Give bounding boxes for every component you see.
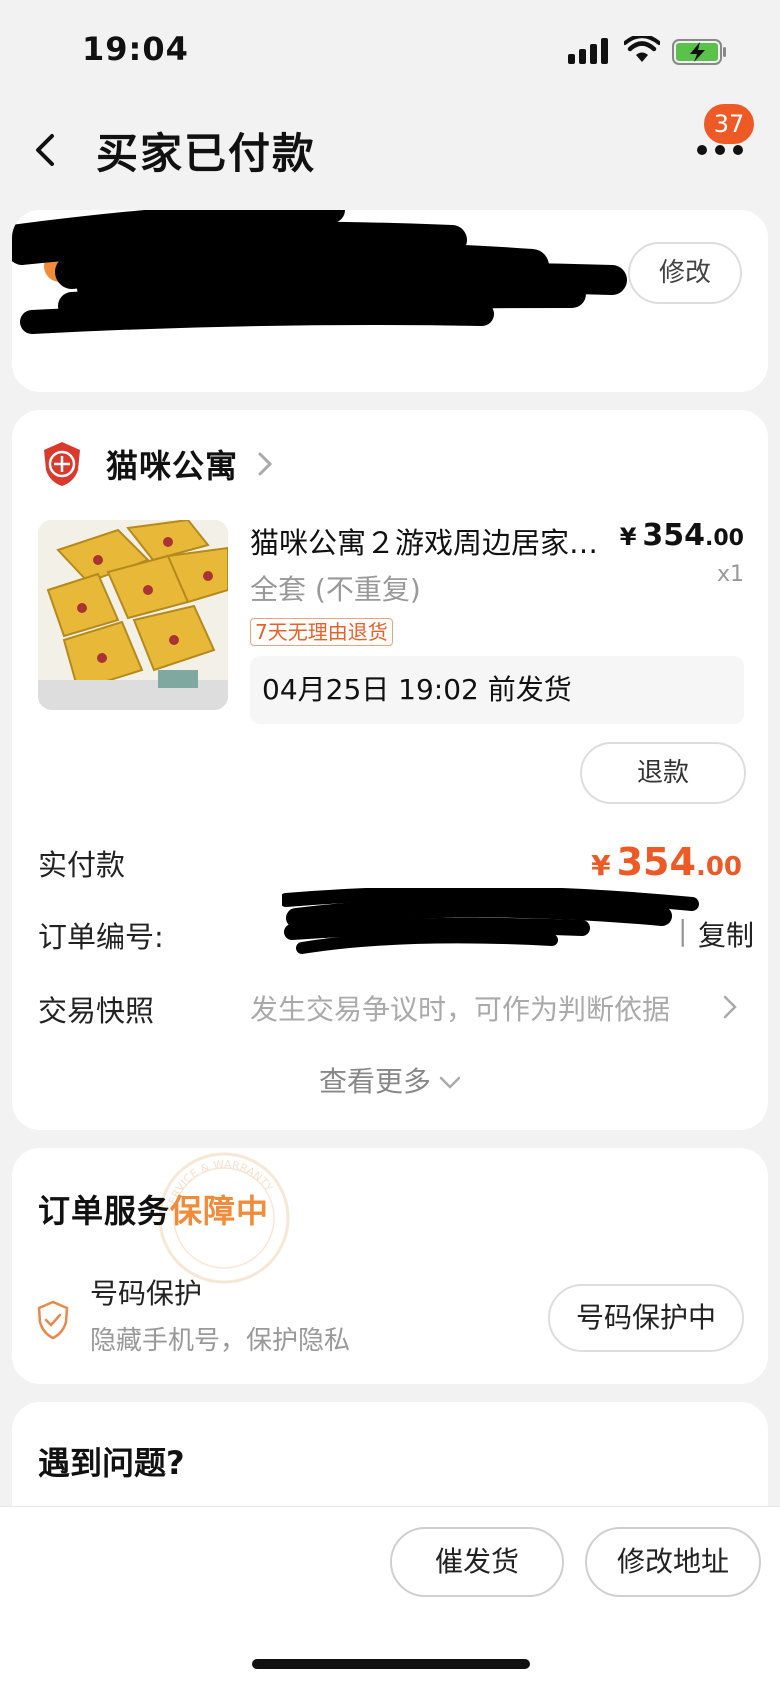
shop-badge-icon [44, 442, 80, 486]
paid-amount: ¥354.00 [591, 840, 742, 884]
nav-header: 买家已付款 37 [0, 100, 780, 200]
snapshot-label[interactable]: 交易快照 [38, 988, 154, 1030]
number-protection-title: 号码保护 [90, 1277, 203, 1310]
page-title: 买家已付款 [96, 129, 317, 178]
number-protection-subtitle: 隐藏手机号，保护隐私 [90, 1326, 351, 1356]
product-quantity: x1 [716, 562, 744, 587]
copy-separator: | [678, 914, 688, 947]
copy-order-number-button[interactable]: 复制 [698, 914, 754, 954]
shop-row[interactable]: 猫咪公寓 [40, 438, 274, 490]
order-card: 猫咪公寓 猫咪公寓２游戏周边居家… ¥ 354.00 全套 (不重复) x1 7… [12, 410, 768, 1130]
view-more-button[interactable]: 查看更多 [12, 1060, 768, 1100]
product-sku: 全套 (不重复) [250, 573, 421, 606]
service-card: SERVICE & WARRANTY 订单服务保障中 号码保护 隐藏手机号，保护… [12, 1148, 768, 1384]
battery-charging-icon [672, 39, 726, 65]
refund-button[interactable]: 退款 [580, 742, 746, 804]
change-address-button[interactable]: 修改地址 [585, 1527, 761, 1597]
chevron-right-icon[interactable] [722, 994, 738, 1020]
shop-name: 猫咪公寓 [106, 447, 239, 485]
status-bar: 19:04 [0, 0, 780, 100]
urge-shipping-button[interactable]: 催发货 [390, 1527, 564, 1597]
ship-deadline: 04月25日 19:02 前发货 [250, 656, 744, 724]
back-arrow-icon[interactable] [30, 132, 62, 168]
order-number-label: 订单编号: [38, 920, 164, 954]
product-image[interactable] [38, 520, 228, 710]
chevron-down-icon [439, 1076, 461, 1089]
number-protection-button[interactable]: 号码保护中 [548, 1284, 744, 1352]
status-time: 19:04 [82, 30, 189, 68]
wifi-icon [624, 36, 660, 62]
bottom-action-bar: 催发货 修改地址 [0, 1506, 780, 1688]
shield-check-icon [37, 1300, 69, 1340]
paid-label: 实付款 [38, 848, 126, 882]
redaction-scribble [282, 888, 699, 954]
chevron-right-icon [258, 452, 273, 476]
home-indicator[interactable] [252, 1659, 530, 1669]
message-count-badge[interactable]: 37 [704, 104, 754, 144]
return-policy-tag: 7天无理由退货 [250, 618, 393, 646]
edit-address-button[interactable]: 修改 [628, 242, 742, 304]
problem-title: 遇到问题? [38, 1444, 185, 1482]
snapshot-hint[interactable]: 发生交易争议时，可作为判断依据 [250, 988, 670, 1028]
service-status-highlight: 保障中 [170, 1192, 270, 1230]
product-price: ¥354.00 [619, 518, 744, 553]
address-card[interactable]: 修改 [12, 210, 768, 392]
service-title: 订单服务保障中 [38, 1192, 270, 1230]
cellular-signal-icon [568, 38, 608, 64]
product-title[interactable]: 猫咪公寓２游戏周边居家… [250, 520, 620, 562]
